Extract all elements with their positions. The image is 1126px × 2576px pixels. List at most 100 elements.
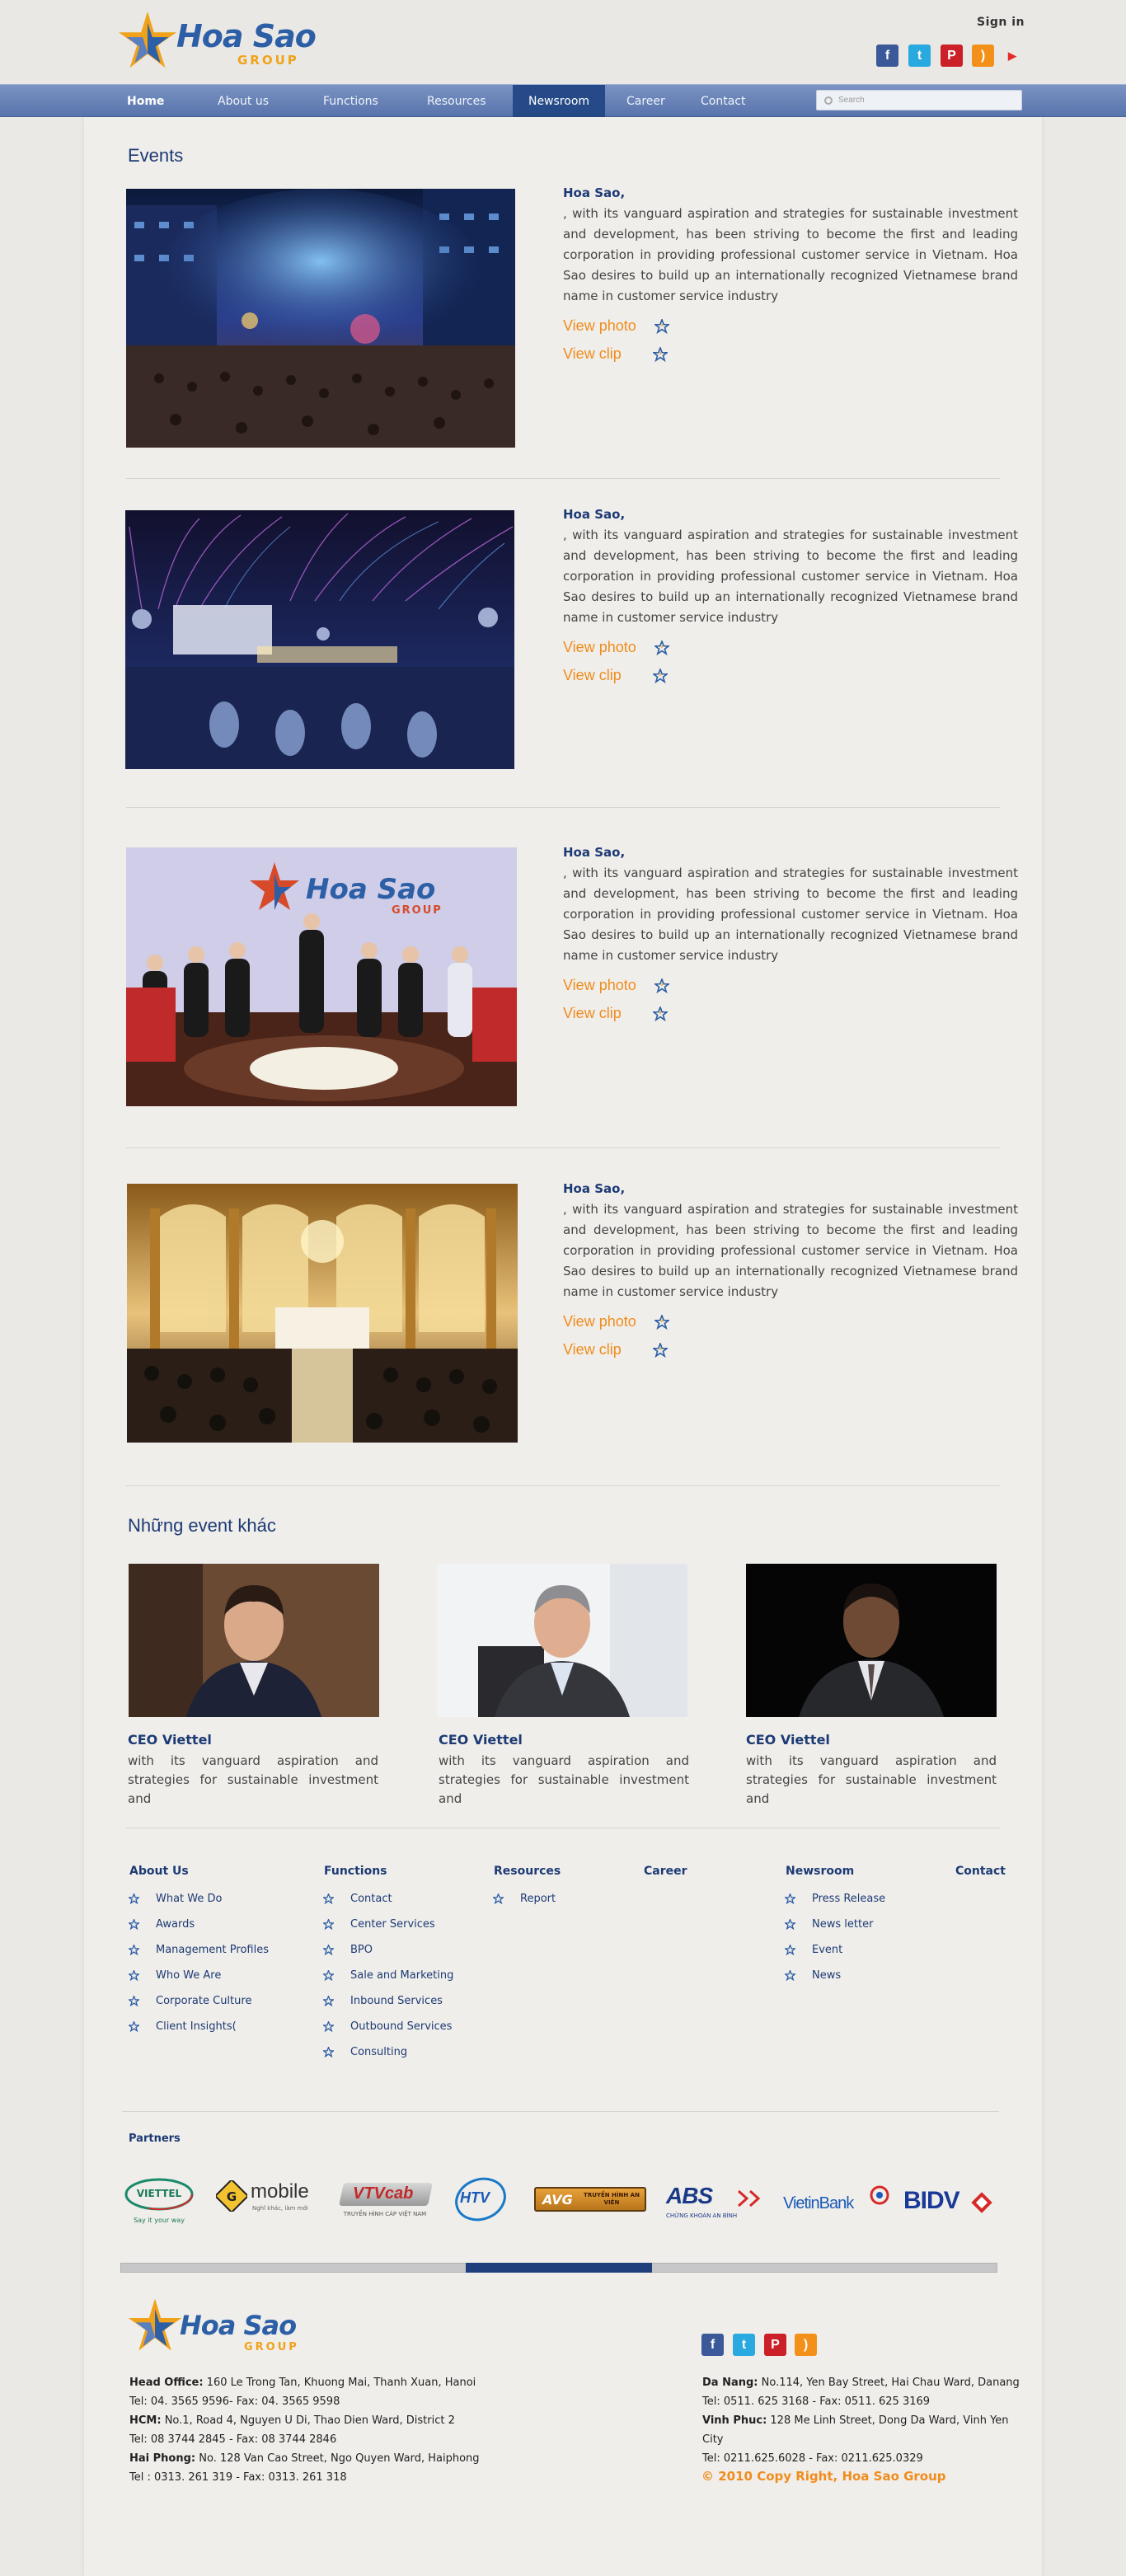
view-clip-link-3[interactable]: View clip xyxy=(563,1005,668,1022)
partner-viettel[interactable]: VIETTEL Say it your way xyxy=(124,2175,195,2232)
footer-link[interactable]: Corporate Culture xyxy=(129,1988,269,2014)
footer-link[interactable]: Center Services xyxy=(323,1912,453,1937)
view-clip-link-1[interactable]: View clip xyxy=(563,345,668,363)
footer-functions-heading[interactable]: Functions xyxy=(324,1865,387,1878)
star-icon xyxy=(129,1945,139,1955)
view-photo-link-3[interactable]: View photo xyxy=(563,977,669,994)
view-clip-label: View clip xyxy=(563,345,622,362)
footer-logo[interactable] xyxy=(125,2296,185,2358)
ceo-title-2[interactable]: CEO Viettel xyxy=(439,1732,523,1748)
partner-vietinbank[interactable]: VietinBank xyxy=(783,2184,890,2217)
event-photo-1[interactable] xyxy=(126,189,515,448)
star-icon xyxy=(652,1342,668,1358)
footer-address-right: Da Nang: No.114, Yen Bay Street, Hai Cha… xyxy=(702,2373,1032,2468)
footer-link[interactable]: Press Release xyxy=(785,1886,885,1912)
partner-abs[interactable]: ABS CHỨNG KHOÁN AN BÌNH xyxy=(666,2183,767,2222)
footer-link[interactable]: BPO xyxy=(323,1937,453,1963)
footer-link-label: Outbound Services xyxy=(350,2020,453,2033)
address-label: Vinh Phuc: xyxy=(702,2414,767,2427)
partner-anvien[interactable]: AVG TRUYỀN HÌNH AN VIÊN xyxy=(534,2187,646,2212)
address-text: Tel: 0211.625.6028 - Fax: 0211.625.0329 xyxy=(702,2452,923,2465)
partners-scrollbar-thumb[interactable] xyxy=(466,2263,652,2273)
view-clip-link-2[interactable]: View clip xyxy=(563,667,668,684)
ceo-title-1[interactable]: CEO Viettel xyxy=(128,1732,212,1748)
nav-about[interactable]: About us xyxy=(201,85,285,118)
view-clip-label: View clip xyxy=(563,1005,622,1021)
partner-sub: CHỨNG KHOÁN AN BÌNH xyxy=(666,2212,738,2219)
view-photo-link-1[interactable]: View photo xyxy=(563,317,669,335)
footer-link-label: Sale and Marketing xyxy=(350,1969,454,1982)
footer-about-list: What We Do Awards Management Profiles Wh… xyxy=(129,1886,269,2039)
footer-newsroom-heading[interactable]: Newsroom xyxy=(786,1865,854,1878)
footer-facebook-icon[interactable]: f xyxy=(701,2334,724,2356)
footer-pinterest-icon[interactable]: P xyxy=(764,2334,786,2356)
ceo-photo-2[interactable] xyxy=(437,1564,687,1717)
footer-logo-group: GROUP xyxy=(244,2341,299,2353)
event-photo-3[interactable]: Hoa Sao GROUP xyxy=(126,847,517,1106)
partner-name: VietinBank xyxy=(783,2194,854,2212)
logo-text: Hoa Sao xyxy=(176,18,317,54)
footer-link[interactable]: Awards xyxy=(129,1912,269,1937)
footer-resources-heading[interactable]: Resources xyxy=(494,1865,561,1878)
star-icon xyxy=(129,1996,139,2006)
event-body-3: , with its vanguard aspiration and strat… xyxy=(563,863,1018,966)
nav-functions[interactable]: Functions xyxy=(307,85,395,118)
facebook-icon[interactable]: f xyxy=(876,45,898,67)
event-body-4: , with its vanguard aspiration and strat… xyxy=(563,1199,1018,1302)
footer-link[interactable]: What We Do xyxy=(129,1886,269,1912)
footer-link[interactable]: Management Profiles xyxy=(129,1937,269,1963)
footer-link[interactable]: Consulting xyxy=(323,2039,453,2065)
footer-resources-list: Report xyxy=(493,1886,556,1912)
logo-group: GROUP xyxy=(237,53,299,68)
footer-link-label: Center Services xyxy=(350,1918,435,1931)
pinterest-icon[interactable]: P xyxy=(941,45,963,67)
star-icon xyxy=(654,1314,669,1330)
event-photo-4[interactable] xyxy=(127,1184,518,1443)
view-clip-link-4[interactable]: View clip xyxy=(563,1341,668,1358)
footer-twitter-icon[interactable]: t xyxy=(733,2334,755,2356)
star-icon xyxy=(654,978,669,993)
footer-rss-icon[interactable]: ) xyxy=(795,2334,817,2356)
partner-name: AVG xyxy=(542,2192,573,2208)
footer-link[interactable]: Event xyxy=(785,1937,885,1963)
partner-gmobile[interactable]: G mobile Nghĩ khác, làm mới xyxy=(216,2179,323,2222)
footer-contact-heading[interactable]: Contact xyxy=(955,1865,1006,1878)
address-label: Da Nang: xyxy=(702,2377,758,2389)
youtube-icon[interactable]: ▶ xyxy=(1002,45,1022,67)
divider xyxy=(126,1147,1000,1148)
star-icon xyxy=(323,1893,334,1904)
partner-htv[interactable]: HTV xyxy=(452,2173,509,2224)
footer-link[interactable]: Client Insights( xyxy=(129,2014,269,2039)
search-input[interactable]: Search xyxy=(816,90,1022,110)
event-photo-2[interactable] xyxy=(125,510,514,769)
rss-icon[interactable]: ) xyxy=(972,45,994,67)
nav-home[interactable]: Home xyxy=(110,85,181,118)
nav-resources[interactable]: Resources xyxy=(411,85,503,118)
twitter-icon[interactable]: t xyxy=(908,45,931,67)
footer-link[interactable]: Sale and Marketing xyxy=(323,1963,453,1988)
footer-link[interactable]: Outbound Services xyxy=(323,2014,453,2039)
gmobile-logo-icon: G xyxy=(216,2180,247,2212)
footer-link[interactable]: Inbound Services xyxy=(323,1988,453,2014)
ceo-photo-1[interactable] xyxy=(129,1564,379,1717)
footer-link[interactable]: Report xyxy=(493,1886,556,1912)
star-icon xyxy=(785,1970,795,1981)
partner-vtvcab[interactable]: VTVcab TRUYỀN HÌNH CÁP VIỆT NAM xyxy=(336,2183,434,2222)
footer-link[interactable]: News xyxy=(785,1963,885,1988)
logo[interactable] xyxy=(115,8,180,76)
footer-career-heading[interactable]: Career xyxy=(644,1865,687,1878)
ceo-title-3[interactable]: CEO Viettel xyxy=(746,1732,830,1748)
nav-contact[interactable]: Contact xyxy=(684,85,762,118)
footer-link[interactable]: Contact xyxy=(323,1886,453,1912)
ceo-photo-3[interactable] xyxy=(746,1564,997,1717)
svg-text:G: G xyxy=(227,2189,237,2204)
footer-link[interactable]: Who We Are xyxy=(129,1963,269,1988)
footer-about-heading[interactable]: About Us xyxy=(129,1865,189,1878)
partner-bidv[interactable]: BIDV xyxy=(903,2185,997,2218)
view-photo-link-2[interactable]: View photo xyxy=(563,639,669,656)
nav-newsroom[interactable]: Newsroom xyxy=(513,85,605,118)
footer-link[interactable]: News letter xyxy=(785,1912,885,1937)
view-photo-link-4[interactable]: View photo xyxy=(563,1313,669,1330)
signin-link[interactable]: Sign in xyxy=(977,16,1025,29)
nav-career[interactable]: Career xyxy=(610,85,682,118)
